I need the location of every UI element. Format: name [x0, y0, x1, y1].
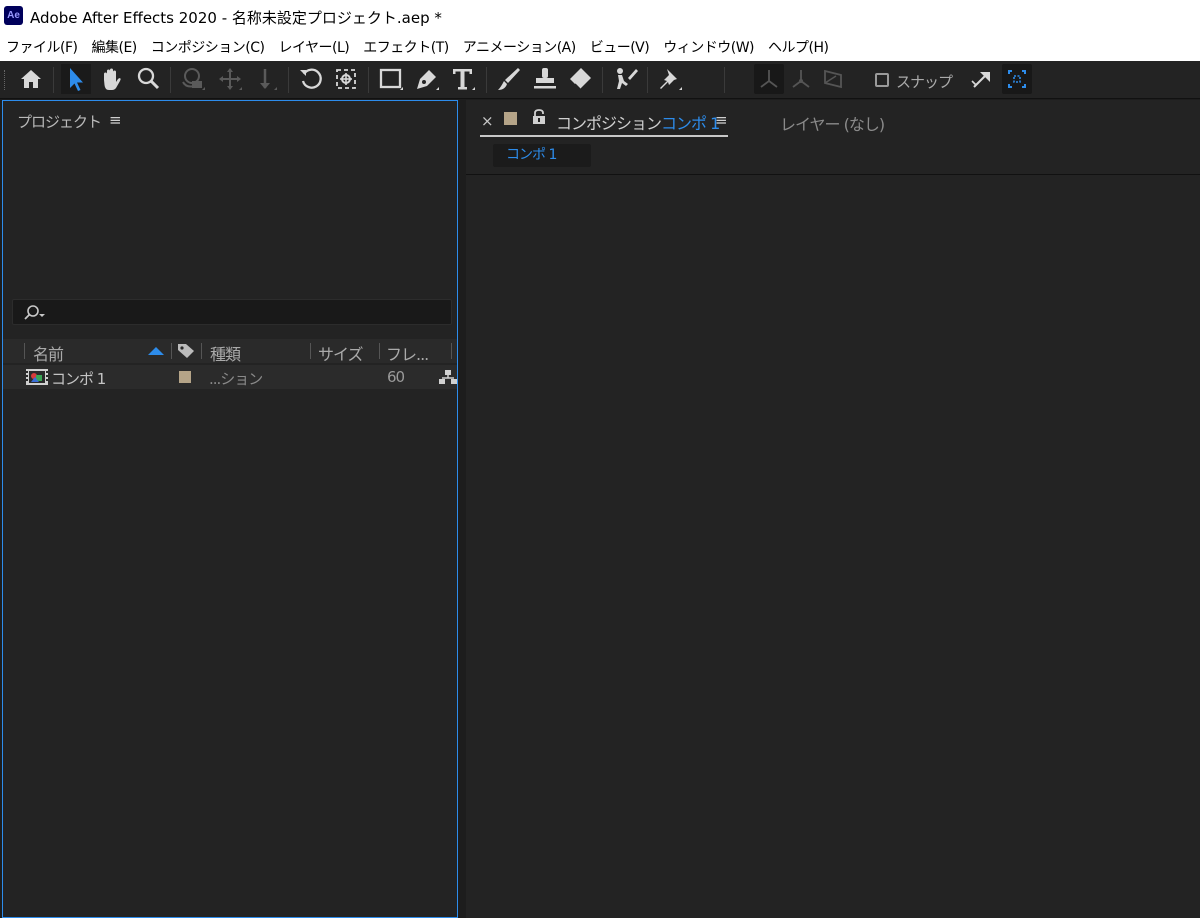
- column-divider[interactable]: [451, 343, 452, 359]
- composition-panel: × コンポジションコンポ 1 ≡ レイヤー (なし) コンポ 1: [466, 100, 1200, 918]
- project-panel-title[interactable]: プロジェクト: [17, 111, 102, 132]
- menu-bar: ファイル(F) 編集(E) コンポジション(C) レイヤー(L) エフェクト(T…: [0, 33, 1200, 61]
- menu-edit[interactable]: 編集(E): [84, 37, 143, 57]
- active-tab-indicator: [480, 135, 728, 137]
- snap-checkbox[interactable]: [875, 73, 889, 87]
- composition-label-swatch: [504, 112, 517, 125]
- puppet-pin-tool-icon[interactable]: [655, 64, 685, 94]
- title-bar: Ae Adobe After Effects 2020 - 名称未設定プロジェク…: [0, 0, 1200, 33]
- local-axis-mode-icon[interactable]: [754, 64, 784, 94]
- tools-toolbar: [0, 61, 1200, 99]
- project-item-name: コンポ 1: [51, 370, 106, 388]
- composition-viewer[interactable]: [466, 175, 1200, 918]
- project-panel-menu-icon[interactable]: ≡: [109, 111, 122, 129]
- menu-composition[interactable]: コンポジション(C): [144, 37, 272, 57]
- brush-tool-icon[interactable]: [494, 64, 524, 94]
- roto-brush-tool-icon[interactable]: [610, 64, 640, 94]
- view-axis-mode-icon[interactable]: [818, 64, 848, 94]
- dolly-camera-icon[interactable]: [250, 64, 280, 94]
- column-divider[interactable]: [24, 343, 25, 359]
- after-effects-app-icon: Ae: [4, 6, 23, 25]
- column-divider[interactable]: [379, 343, 380, 359]
- project-item-frame: 60: [387, 368, 405, 386]
- toolbar-separator: [53, 67, 54, 93]
- label-color-swatch[interactable]: [179, 371, 191, 383]
- toolbar-separator: [368, 67, 369, 93]
- project-item-row[interactable]: コンポ 1 ...ション 60: [3, 365, 457, 389]
- layer-panel-tab[interactable]: レイヤー (なし): [780, 111, 885, 135]
- type-tool-icon[interactable]: [448, 64, 478, 94]
- column-divider[interactable]: [310, 343, 311, 359]
- label-tag-icon[interactable]: [177, 343, 195, 359]
- window-title: Adobe After Effects 2020 - 名称未設定プロジェクト.a…: [30, 9, 442, 27]
- pen-tool-icon[interactable]: [412, 64, 442, 94]
- project-column-header: 名前 種類 サイズ フレ...: [3, 339, 457, 365]
- toolbar-separator: [647, 67, 648, 93]
- menu-animation[interactable]: アニメーション(A): [456, 37, 583, 57]
- composition-tab[interactable]: コンポジションコンポ 1: [556, 110, 720, 134]
- composition-icon: [26, 369, 48, 385]
- rotate-tool-icon[interactable]: [296, 64, 326, 94]
- snap-label: スナップ: [896, 73, 953, 91]
- menu-window[interactable]: ウィンドウ(W): [656, 37, 761, 57]
- toolbar-separator: [288, 67, 289, 93]
- search-icon[interactable]: [23, 304, 49, 322]
- composition-breadcrumb[interactable]: コンポ 1: [493, 144, 591, 167]
- world-axis-mode-icon[interactable]: [786, 64, 816, 94]
- clone-stamp-tool-icon[interactable]: [530, 64, 560, 94]
- toolbar-grip[interactable]: [4, 70, 7, 90]
- snap-target-icon[interactable]: [1002, 64, 1032, 94]
- menu-layer[interactable]: レイヤー(L): [271, 37, 356, 57]
- menu-view[interactable]: ビュー(V): [583, 37, 657, 57]
- home-icon[interactable]: [16, 64, 46, 94]
- column-name-header[interactable]: 名前: [33, 341, 64, 365]
- toolbar-separator: [170, 67, 171, 93]
- orbit-camera-icon[interactable]: [178, 64, 208, 94]
- column-size-header[interactable]: サイズ: [318, 341, 364, 365]
- menu-help[interactable]: ヘルプ(H): [761, 37, 835, 57]
- menu-file[interactable]: ファイル(F): [0, 37, 84, 57]
- column-frame-header[interactable]: フレ...: [386, 341, 429, 365]
- toolbar-separator: [602, 67, 603, 93]
- flowchart-icon[interactable]: [439, 369, 457, 385]
- pan-camera-icon[interactable]: [215, 64, 245, 94]
- column-type-header[interactable]: 種類: [210, 341, 241, 365]
- project-item-type: ...ション: [209, 370, 263, 388]
- eraser-tool-icon[interactable]: [565, 64, 595, 94]
- sort-ascending-icon[interactable]: [147, 346, 165, 356]
- zoom-tool-icon[interactable]: [133, 64, 163, 94]
- project-panel: プロジェクト ≡ 名前 種類 サイズ フレ... コンポ 1 ...ション 60: [2, 100, 458, 918]
- column-divider[interactable]: [171, 343, 172, 359]
- rectangle-tool-icon[interactable]: [376, 64, 406, 94]
- composition-tab-name: コンポ 1: [661, 114, 720, 133]
- hand-tool-icon[interactable]: [96, 64, 126, 94]
- composition-panel-menu-icon[interactable]: ≡: [715, 111, 728, 129]
- expand-toolbar-icon[interactable]: [966, 64, 996, 94]
- lock-open-icon[interactable]: [532, 109, 546, 125]
- menu-effect[interactable]: エフェクト(T): [356, 37, 455, 57]
- toolbar-separator: [724, 67, 725, 93]
- selection-tool-icon[interactable]: [61, 64, 91, 94]
- composition-tab-prefix: コンポジション: [556, 114, 662, 133]
- project-search-input[interactable]: [12, 299, 452, 325]
- close-tab-icon[interactable]: ×: [481, 112, 494, 130]
- anchor-point-tool-icon[interactable]: [331, 64, 361, 94]
- column-divider[interactable]: [201, 343, 202, 359]
- toolbar-separator: [486, 67, 487, 93]
